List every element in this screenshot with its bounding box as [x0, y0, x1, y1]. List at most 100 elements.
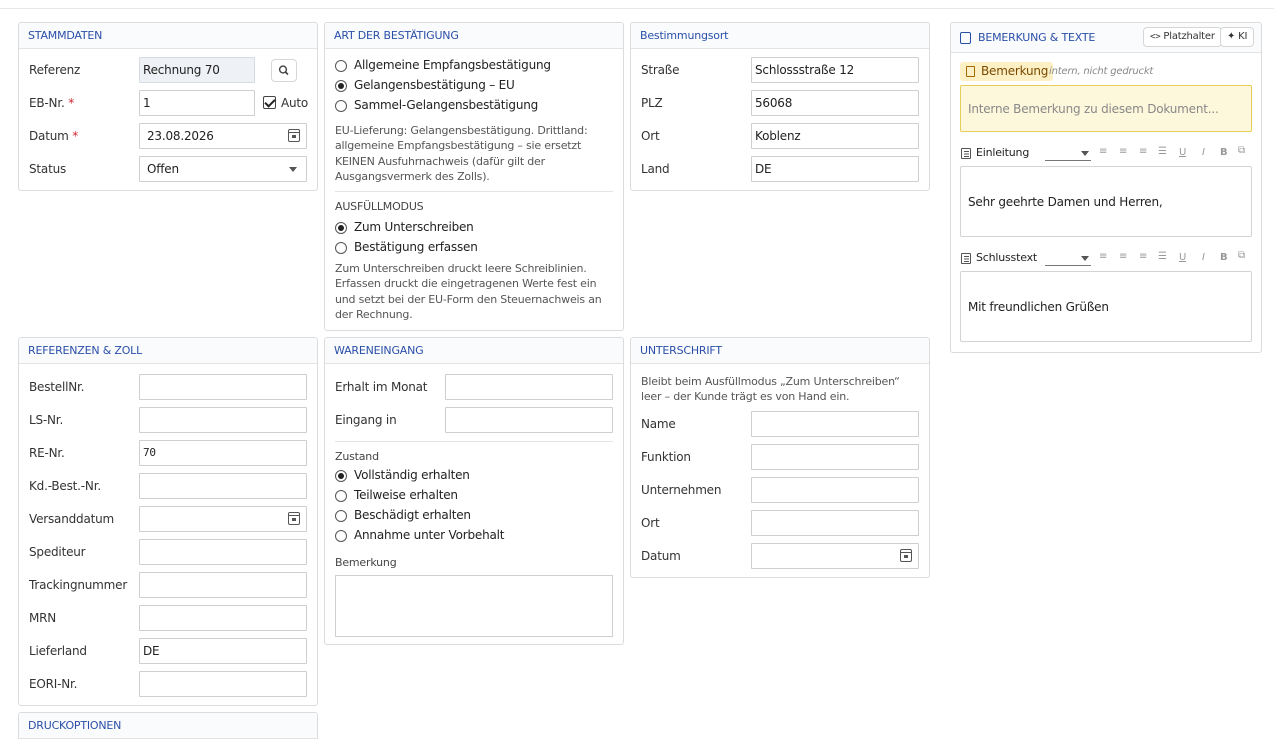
referenz-input[interactable]: Rechnung 70 — [139, 57, 255, 83]
radio-circle[interactable] — [335, 242, 347, 254]
land-input[interactable]: DE — [751, 156, 919, 182]
unternehmen-input[interactable] — [751, 477, 919, 503]
panel-header: BEMERKUNG & TEXTE <> Platzhalter ✦ KI — [951, 23, 1261, 53]
bemerkung-hint: intern, nicht gedruckt — [1049, 66, 1154, 77]
field-input[interactable] — [139, 506, 307, 532]
auto-checkbox[interactable] — [263, 96, 276, 109]
radio-label: Teilweise erhalten — [354, 488, 458, 502]
field-label: Lieferland — [29, 644, 87, 658]
schluss-text: Mit freundlichen Grüßen — [968, 300, 1109, 314]
datum-input[interactable]: 23.08.2026 — [139, 123, 307, 149]
radio-label: Annahme unter Vorbehalt — [354, 528, 505, 542]
field-input[interactable] — [139, 539, 307, 565]
radio-label: Vollständig erhalten — [354, 468, 470, 482]
text-icon — [961, 148, 971, 159]
calendar-icon[interactable] — [900, 549, 912, 562]
eingang-input[interactable] — [445, 407, 613, 433]
ort-input[interactable]: Koblenz — [751, 123, 919, 149]
status-select[interactable]: Offen — [139, 156, 307, 182]
align-center-icon[interactable]: ≡ — [1119, 251, 1127, 262]
art-panel: ART DER BESTÄTIGUNG Allgemeine Empfangsb… — [324, 22, 624, 331]
referenz-label: Referenz — [29, 63, 81, 77]
ort-input[interactable] — [751, 510, 919, 536]
top-divider — [0, 8, 1274, 9]
referenzen-row: Lieferland DE — [29, 638, 307, 664]
field-input[interactable] — [139, 374, 307, 400]
list-icon[interactable]: ☰ — [1158, 146, 1167, 157]
wareneingang-bemerkung-textarea[interactable] — [335, 575, 613, 637]
align-left-icon[interactable]: ≡ — [1099, 146, 1107, 157]
bemerkung-memo-field[interactable]: Interne Bemerkung zu diesem Dokument... — [960, 85, 1252, 132]
align-right-icon[interactable]: ≡ — [1139, 251, 1147, 262]
radio-circle[interactable] — [335, 60, 347, 72]
calendar-icon[interactable] — [288, 512, 300, 525]
expand-icon[interactable]: ⧉ — [1238, 145, 1245, 156]
schluss-textarea[interactable]: Mit freundlichen Grüßen — [960, 271, 1252, 342]
referenzen-row: EORI-Nr. — [29, 671, 307, 697]
strasse-input[interactable]: Schlossstraße 12 — [751, 57, 919, 83]
italic-icon[interactable]: I — [1202, 252, 1205, 263]
field-input[interactable]: 70 — [139, 440, 307, 466]
panel-title: REFERENZEN & ZOLL — [19, 338, 317, 364]
einleitung-text: Sehr geehrte Damen und Herren, — [968, 195, 1163, 209]
plz-input[interactable]: 56068 — [751, 90, 919, 116]
referenzen-panel: REFERENZEN & ZOLL BestellNr. LS-Nr. RE-Nr.… — [18, 337, 318, 706]
field-input[interactable] — [139, 671, 307, 697]
radio-circle[interactable] — [335, 222, 347, 234]
field-value: 70 — [143, 446, 156, 459]
bold-icon[interactable]: B — [1220, 147, 1228, 158]
field-input[interactable] — [139, 605, 307, 631]
funktion-input[interactable] — [751, 444, 919, 470]
ebnr-label: EB-Nr. * — [29, 96, 75, 110]
radio-circle[interactable] — [335, 530, 347, 542]
field-input[interactable]: DE — [139, 638, 307, 664]
land-label: Land — [641, 162, 670, 176]
datum-input[interactable] — [751, 543, 919, 569]
sparkle-icon: ✦ — [1227, 31, 1236, 42]
land-row: Land DE — [641, 156, 919, 182]
list-icon[interactable]: ☰ — [1158, 251, 1167, 262]
align-center-icon[interactable]: ≡ — [1119, 146, 1127, 157]
align-left-icon[interactable]: ≡ — [1099, 251, 1107, 262]
strasse-row: Straße Schlossstraße 12 — [641, 57, 919, 83]
referenzen-row: MRN — [29, 605, 307, 631]
divider — [335, 441, 613, 442]
bemerkung-panel: BEMERKUNG & TEXTE <> Platzhalter ✦ KI Be… — [950, 22, 1262, 353]
radio-circle[interactable] — [335, 490, 347, 502]
ort-row: Ort — [641, 510, 919, 536]
ebnr-input[interactable]: 1 — [139, 90, 255, 116]
radio-circle[interactable] — [335, 470, 347, 482]
radio-circle[interactable] — [335, 510, 347, 522]
monat-label: Erhalt im Monat — [335, 380, 428, 394]
name-row: Name — [641, 411, 919, 437]
referenzen-row: Spediteur — [29, 539, 307, 565]
radio-circle[interactable] — [335, 100, 347, 112]
field-label: Spediteur — [29, 545, 86, 559]
referenz-search-button[interactable] — [271, 59, 297, 82]
underline-icon[interactable]: U — [1179, 147, 1186, 158]
expand-icon[interactable]: ⧉ — [1238, 250, 1245, 261]
datum-value: 23.08.2026 — [147, 129, 214, 143]
monat-input[interactable] — [445, 374, 613, 400]
align-right-icon[interactable]: ≡ — [1139, 146, 1147, 157]
field-input[interactable] — [139, 572, 307, 598]
platzhalter-button[interactable]: <> Platzhalter — [1143, 27, 1222, 47]
bold-icon[interactable]: B — [1220, 252, 1228, 263]
ki-button[interactable]: ✦ KI — [1220, 27, 1255, 47]
einleitung-style-select[interactable] — [1045, 146, 1091, 161]
stammdaten-panel: STAMMDATEN Referenz Rechnung 70 EB-Nr. *… — [18, 22, 318, 191]
field-input[interactable] — [139, 407, 307, 433]
underline-icon[interactable]: U — [1179, 252, 1186, 263]
schluss-style-select[interactable] — [1045, 251, 1091, 266]
name-input[interactable] — [751, 411, 919, 437]
auto-label: Auto — [281, 96, 309, 110]
einleitung-textarea[interactable]: Sehr geehrte Damen und Herren, — [960, 166, 1252, 237]
italic-icon[interactable]: I — [1202, 147, 1205, 158]
chevron-down-icon — [289, 167, 297, 172]
radio-circle[interactable] — [335, 80, 347, 92]
radio-label: Beschädigt erhalten — [354, 508, 471, 522]
panel-title: DRUCKOPTIONEN — [19, 713, 317, 739]
field-input[interactable] — [139, 473, 307, 499]
field-label: RE-Nr. — [29, 446, 65, 460]
calendar-icon[interactable] — [288, 129, 300, 142]
